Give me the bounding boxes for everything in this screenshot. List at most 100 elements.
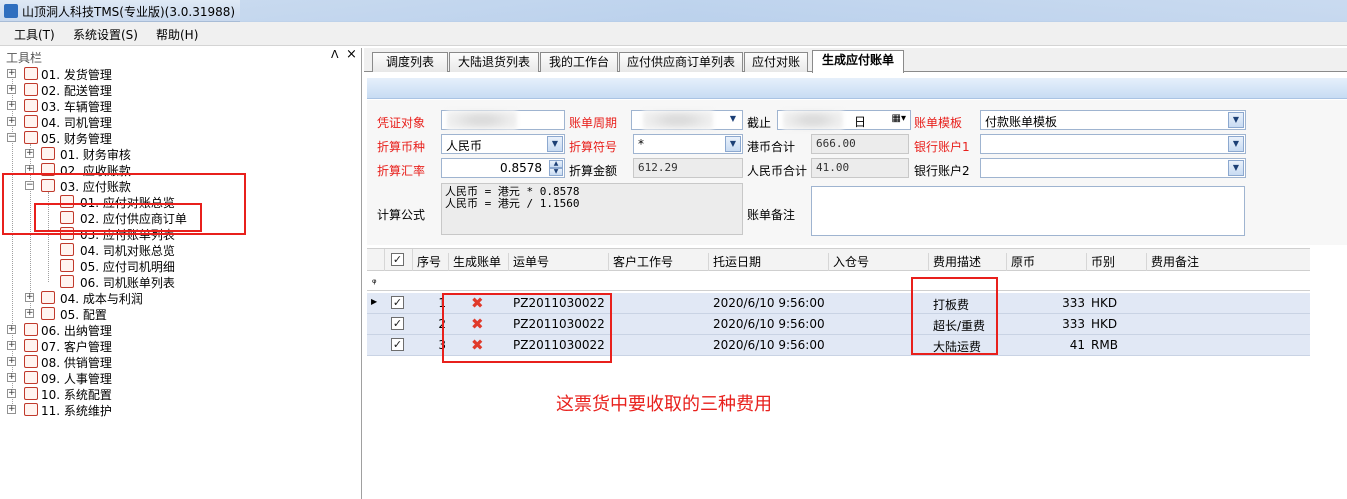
tab-my-workbench[interactable]: 我的工作台 bbox=[540, 52, 618, 72]
rate-label: 折算汇率 bbox=[377, 164, 426, 178]
spin-up-icon[interactable]: ▲ bbox=[549, 160, 563, 168]
tab-dispatch-list[interactable]: 调度列表 bbox=[372, 52, 448, 72]
people-icon bbox=[24, 371, 38, 384]
col-currency[interactable]: 币别 bbox=[1087, 253, 1147, 271]
redacted-area bbox=[783, 110, 843, 130]
row-checkbox[interactable]: ✓ bbox=[391, 317, 404, 330]
dropdown-arrow-icon[interactable]: ▼ bbox=[725, 136, 741, 152]
person-icon bbox=[24, 115, 38, 128]
cell-currency: HKD bbox=[1091, 317, 1118, 331]
expand-icon[interactable]: + bbox=[7, 341, 16, 350]
expand-icon[interactable]: + bbox=[7, 325, 16, 334]
col-remark[interactable]: 费用备注 bbox=[1147, 253, 1310, 271]
expand-icon[interactable]: + bbox=[7, 405, 16, 414]
symbol-value: * bbox=[638, 137, 644, 151]
expand-icon[interactable]: + bbox=[7, 117, 16, 126]
expand-icon[interactable]: + bbox=[25, 309, 34, 318]
row-checkbox[interactable]: ✓ bbox=[391, 296, 404, 309]
col-warehouse-no[interactable]: 入仓号 bbox=[829, 253, 929, 271]
customer-icon bbox=[24, 339, 38, 352]
tab-payable-reconciliation[interactable]: 应付对账 bbox=[744, 52, 808, 72]
hkd-total-label: 港币合计 bbox=[747, 140, 796, 154]
cell-amount: 333 bbox=[1062, 296, 1085, 310]
cell-currency: RMB bbox=[1091, 338, 1118, 352]
bill-template-select[interactable]: 付款账单模板 ▼ bbox=[980, 110, 1246, 130]
grid-header: ✓ 序号 生成账单 运单号 客户工作号 托运日期 入仓号 费用描述 原币 币别 … bbox=[367, 248, 1310, 271]
bank-account-2-select[interactable]: ▼ bbox=[980, 158, 1246, 178]
list-icon bbox=[60, 275, 74, 288]
current-row-arrow-icon: ▶ bbox=[371, 297, 378, 306]
dropdown-arrow-icon[interactable]: ▼ bbox=[725, 112, 741, 128]
tab-strip: 调度列表 大陆退货列表 我的工作台 应付供应商订单列表 应付对账 生成应付账单 bbox=[364, 48, 1347, 73]
tool-panel: 工具栏 ᐱ × + 01. 发货管理 + 02. 配送管理 + 03. 车辆管理… bbox=[0, 47, 362, 499]
memo-textarea[interactable] bbox=[811, 186, 1245, 236]
expand-icon[interactable]: + bbox=[25, 293, 34, 302]
tab-generate-payable-bill[interactable]: 生成应付账单 bbox=[812, 50, 904, 73]
dropdown-arrow-icon[interactable]: ▼ bbox=[1228, 112, 1244, 128]
supply-icon bbox=[24, 355, 38, 368]
title-bar-blurred-area bbox=[240, 0, 1347, 22]
rate-field[interactable]: 0.8578 ▲ ▼ bbox=[441, 158, 565, 178]
redacted-area bbox=[447, 110, 517, 130]
cell-amount: 333 bbox=[1062, 317, 1085, 331]
calendar-icon[interactable]: ▦▾ bbox=[892, 113, 906, 124]
title-bar: 山顶洞人科技TMS(专业版)(3.0.31988) bbox=[0, 0, 1347, 22]
rmb-total-label: 人民币合计 bbox=[747, 164, 808, 178]
collapse-icon[interactable]: − bbox=[7, 133, 16, 142]
dropdown-arrow-icon[interactable]: ▼ bbox=[1228, 160, 1244, 176]
tab-mainland-return-list[interactable]: 大陆退货列表 bbox=[449, 52, 539, 72]
bill-cycle-label: 账单周期 bbox=[569, 116, 618, 130]
cell-ship-date: 2020/6/10 9:56:00 bbox=[713, 317, 825, 331]
expand-icon[interactable]: + bbox=[7, 85, 16, 94]
menu-help[interactable]: 帮助(H) bbox=[156, 26, 198, 43]
hkd-total-field: 666.00 bbox=[811, 134, 909, 154]
bill-template-value: 付款账单模板 bbox=[985, 115, 1058, 129]
expand-icon[interactable]: + bbox=[7, 69, 16, 78]
menu-bar: 工具(T) 系统设置(S) 帮助(H) bbox=[0, 22, 1347, 46]
deadline-day-suffix: 日 bbox=[854, 115, 867, 129]
row-checkbox[interactable]: ✓ bbox=[391, 338, 404, 351]
voucher-target-label: 凭证对象 bbox=[377, 116, 426, 130]
close-icon[interactable]: × bbox=[346, 47, 357, 62]
tab-payable-supplier-order-list[interactable]: 应付供应商订单列表 bbox=[619, 52, 743, 72]
col-customer-no[interactable]: 客户工作号 bbox=[609, 253, 709, 271]
formula-label: 计算公式 bbox=[377, 208, 426, 222]
overview-icon bbox=[60, 243, 74, 256]
col-fee-desc[interactable]: 费用描述 bbox=[929, 253, 1007, 271]
menu-tools[interactable]: 工具(T) bbox=[14, 26, 55, 43]
document-icon bbox=[24, 67, 38, 80]
col-generated[interactable]: 生成账单 bbox=[449, 253, 509, 271]
bank-account-1-select[interactable]: ▼ bbox=[980, 134, 1246, 154]
expand-icon[interactable]: + bbox=[7, 389, 16, 398]
chart-icon bbox=[41, 291, 55, 304]
bus-icon bbox=[24, 99, 38, 112]
menu-system-settings[interactable]: 系统设置(S) bbox=[73, 26, 138, 43]
converted-amount-field: 612.29 bbox=[633, 158, 743, 178]
pin-icon[interactable]: ᐱ bbox=[331, 48, 339, 61]
expand-icon[interactable]: + bbox=[7, 101, 16, 110]
dropdown-arrow-icon[interactable]: ▼ bbox=[547, 136, 563, 152]
cell-currency: HKD bbox=[1091, 296, 1118, 310]
col-ship-date[interactable]: 托运日期 bbox=[709, 253, 829, 271]
expand-icon[interactable]: + bbox=[25, 149, 34, 158]
rmb-total-field: 41.00 bbox=[811, 158, 909, 178]
rate-value: 0.8578 bbox=[500, 161, 542, 175]
dropdown-arrow-icon[interactable]: ▼ bbox=[1228, 136, 1244, 152]
expand-icon[interactable]: + bbox=[7, 373, 16, 382]
redacted-area bbox=[643, 110, 713, 130]
cell-ship-date: 2020/6/10 9:56:00 bbox=[713, 338, 825, 352]
expand-icon[interactable]: + bbox=[7, 357, 16, 366]
filter-icon[interactable]: ᵩ bbox=[372, 273, 377, 286]
symbol-select[interactable]: * ▼ bbox=[633, 134, 743, 154]
col-amount[interactable]: 原币 bbox=[1007, 253, 1087, 271]
currency-select[interactable]: 人民币 ▼ bbox=[441, 134, 565, 154]
currency-value: 人民币 bbox=[446, 139, 483, 153]
grid-filter-row[interactable]: ᵩ bbox=[367, 271, 1310, 291]
col-seq[interactable]: 序号 bbox=[413, 253, 449, 271]
converted-amount-label: 折算金额 bbox=[569, 164, 618, 178]
tool-panel-title: 工具栏 bbox=[6, 51, 43, 65]
spin-down-icon[interactable]: ▼ bbox=[549, 168, 563, 176]
col-waybill[interactable]: 运单号 bbox=[509, 253, 609, 271]
formula-line-2: 人民币 = 港元 / 1.1560 bbox=[445, 197, 580, 210]
formula-box: 人民币 = 港元 * 0.8578 人民币 = 港元 / 1.1560 bbox=[441, 183, 743, 235]
